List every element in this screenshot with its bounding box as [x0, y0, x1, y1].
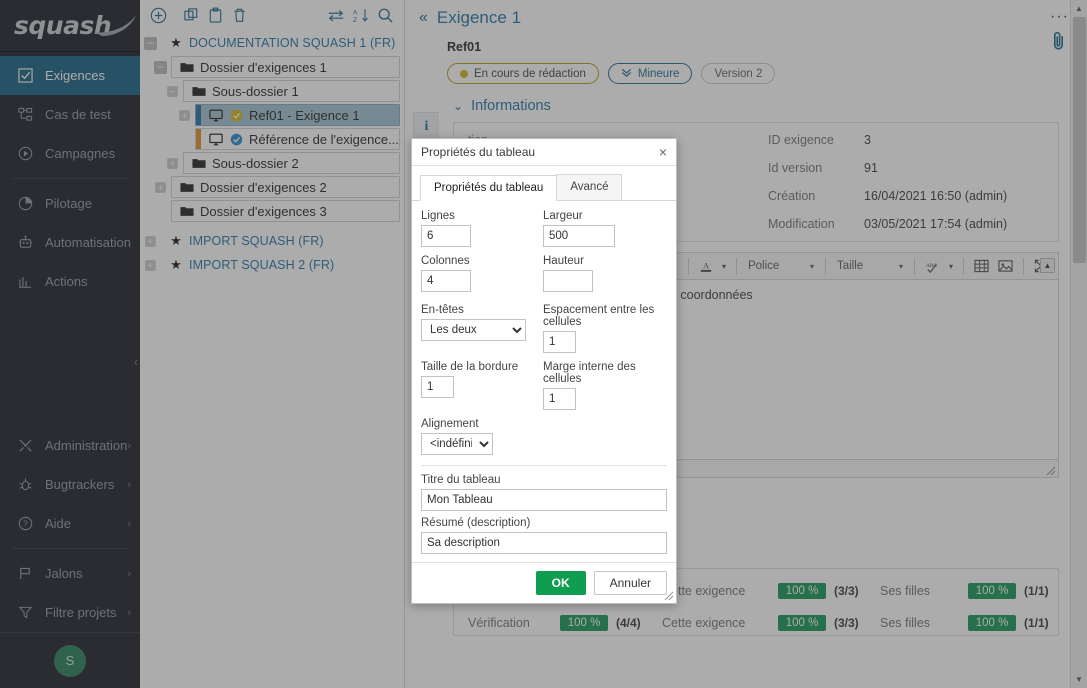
width-label: Largeur — [543, 210, 665, 222]
alignment-select[interactable]: <indéfini> — [421, 433, 493, 455]
border-size-label: Taille de la bordure — [421, 361, 529, 373]
border-size-input[interactable] — [421, 376, 454, 398]
dialog-body: Lignes Largeur Colonnes Hauteur — [412, 201, 676, 562]
tab-table-properties[interactable]: Propriétés du tableau — [420, 175, 557, 201]
dialog-footer: OK Annuler — [412, 562, 676, 603]
width-input[interactable] — [543, 225, 615, 247]
summary-input[interactable] — [421, 532, 667, 554]
app-root: squash Exigences Cas de test — [0, 0, 1087, 688]
caption-input[interactable] — [421, 489, 667, 511]
rows-label: Lignes — [421, 210, 529, 222]
cell-padding-label: Marge interne des cellules — [543, 361, 665, 385]
alignment-label: Alignement — [421, 418, 529, 430]
columns-label: Colonnes — [421, 255, 529, 267]
cell-spacing-input[interactable] — [543, 331, 576, 353]
dialog-divider — [421, 465, 667, 466]
cell-padding-input[interactable] — [543, 388, 576, 410]
headers-label: En-têtes — [421, 304, 529, 316]
dialog-header: Propriétés du tableau × — [412, 139, 676, 166]
tab-advanced[interactable]: Avancé — [556, 174, 622, 200]
dialog-resize-grip-icon[interactable] — [664, 591, 674, 601]
cell-spacing-label: Espacement entre les cellules — [543, 304, 665, 328]
headers-select[interactable]: Les deux — [421, 319, 526, 341]
dialog-title: Propriétés du tableau — [421, 145, 535, 159]
rows-input[interactable] — [421, 225, 471, 247]
close-icon[interactable]: × — [659, 145, 667, 159]
height-input[interactable] — [543, 270, 593, 292]
height-label: Hauteur — [543, 255, 665, 267]
summary-label: Résumé (description) — [421, 517, 667, 529]
ok-button[interactable]: OK — [536, 571, 586, 595]
dialog-cancel-button[interactable]: Annuler — [594, 571, 667, 595]
columns-input[interactable] — [421, 270, 471, 292]
dialog-tabs: Propriétés du tableau Avancé — [412, 166, 676, 201]
table-properties-dialog: Propriétés du tableau × Propriétés du ta… — [411, 138, 677, 604]
caption-label: Titre du tableau — [421, 474, 667, 486]
